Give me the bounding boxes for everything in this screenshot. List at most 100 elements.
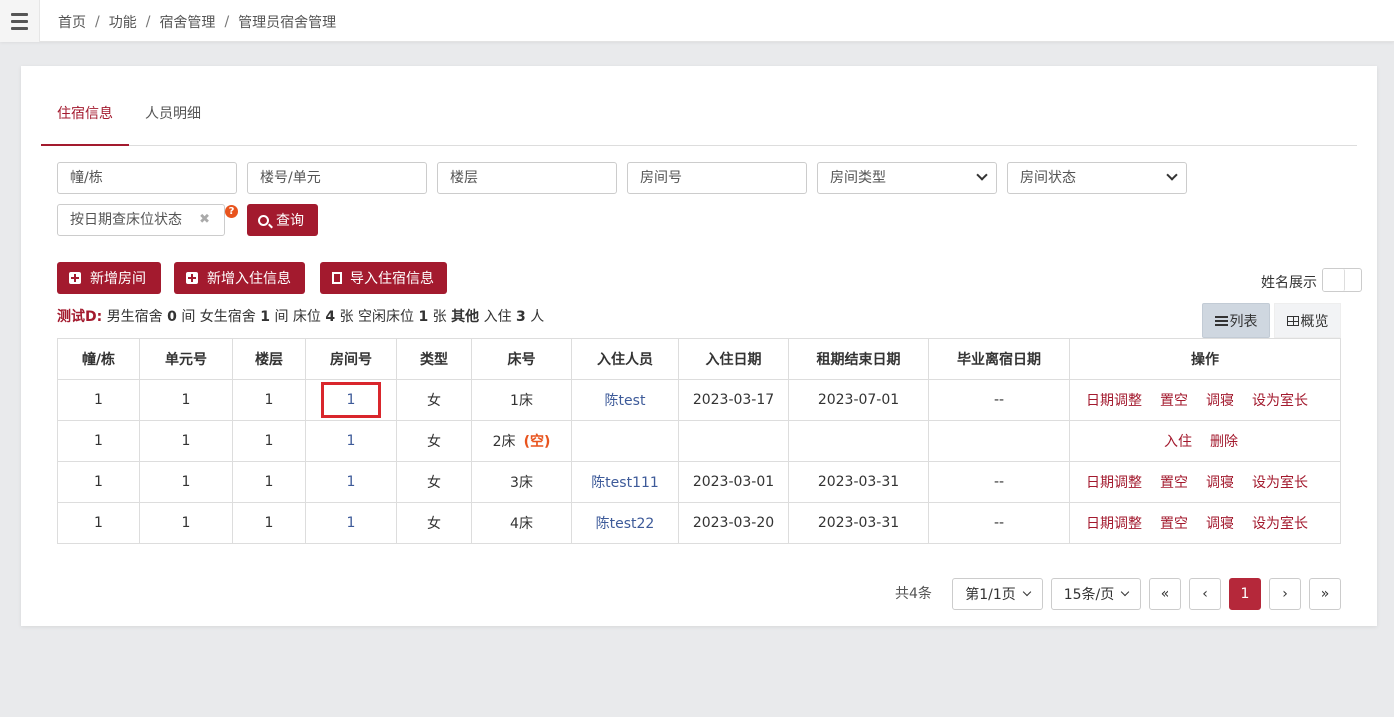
cell-floor: 1 xyxy=(232,379,306,421)
vacate-link[interactable]: 置空 xyxy=(1160,513,1188,533)
tab-personnel[interactable]: 人员明细 xyxy=(145,96,201,146)
cell-bed: 3床 xyxy=(471,461,572,503)
room-status-select[interactable]: 房间状态 xyxy=(1007,162,1187,194)
breadcrumb-separator: / xyxy=(224,14,230,30)
overview-button[interactable]: 概览 xyxy=(1274,303,1341,338)
adjust-date-link[interactable]: 日期调整 xyxy=(1086,472,1142,492)
adjust-date-link[interactable]: 日期调整 xyxy=(1086,390,1142,410)
page-size-value: 15条/页 xyxy=(1063,587,1115,603)
summary-text: 张 xyxy=(432,309,447,325)
room-type-select[interactable]: 房间类型 xyxy=(817,162,997,194)
top-bar: 首页 / 功能 / 宿舍管理 / 管理员宿舍管理 xyxy=(0,0,1394,42)
person-link[interactable]: 陈test xyxy=(605,393,646,409)
clear-icon[interactable]: ✖ xyxy=(199,205,210,235)
free-bed-count: 1 xyxy=(418,309,429,325)
checkin-link[interactable]: 入住 xyxy=(1164,431,1192,451)
header-floor: 楼层 xyxy=(232,338,306,380)
room-link[interactable]: 1 xyxy=(347,474,356,490)
bed-number: 2床 xyxy=(492,434,516,450)
last-page-button[interactable]: » xyxy=(1309,578,1341,610)
breadcrumb-function[interactable]: 功能 xyxy=(109,12,137,32)
cell-ops: 入住 删除 xyxy=(1069,420,1341,462)
breadcrumb: 首页 / 功能 / 宿舍管理 / 管理员宿舍管理 xyxy=(58,12,336,32)
set-leader-link[interactable]: 设为室长 xyxy=(1252,513,1308,533)
room-link[interactable]: 1 xyxy=(347,392,356,408)
set-leader-link[interactable]: 设为室长 xyxy=(1252,390,1308,410)
cell-end-date: 2023-03-31 xyxy=(788,461,929,503)
breadcrumb-current: 管理员宿舍管理 xyxy=(238,15,337,31)
first-page-button[interactable]: « xyxy=(1149,578,1181,610)
add-room-button[interactable]: 新增房间 xyxy=(57,262,161,294)
pager-total: 共4条 xyxy=(895,586,932,602)
cell-bed: 1床 xyxy=(471,379,572,421)
prev-page-button[interactable]: ‹ xyxy=(1189,578,1221,610)
transfer-link[interactable]: 调寝 xyxy=(1206,472,1234,492)
room-link[interactable]: 1 xyxy=(347,433,356,449)
unit-input[interactable] xyxy=(247,162,427,194)
list-view-label: 列表 xyxy=(1229,313,1258,330)
chevron-down-icon xyxy=(976,169,988,181)
table-row: 1 1 1 1 女 1床 陈test 2023-03-17 2023-07-01… xyxy=(57,379,1341,421)
table-row: 1 1 1 1 女 2床 (空) 入住 删除 xyxy=(57,420,1341,462)
header-person: 入住人员 xyxy=(571,338,679,380)
table-row: 1 1 1 1 女 4床 陈test22 2023-03-20 2023-03-… xyxy=(57,502,1341,544)
transfer-link[interactable]: 调寝 xyxy=(1206,390,1234,410)
cell-person: 陈test111 xyxy=(571,461,679,503)
cell-floor: 1 xyxy=(232,461,306,503)
summary-text: 间 女生宿舍 xyxy=(181,309,256,325)
next-page-button[interactable]: › xyxy=(1269,578,1301,610)
vacate-link[interactable]: 置空 xyxy=(1160,472,1188,492)
table-row: 1 1 1 1 女 3床 陈test111 2023-03-01 2023-03… xyxy=(57,461,1341,503)
hamburger-menu-icon[interactable] xyxy=(0,0,40,42)
cell-bed: 4床 xyxy=(471,502,572,544)
overview-label: 概览 xyxy=(1300,313,1329,330)
room-link[interactable]: 1 xyxy=(347,515,356,531)
breadcrumb-separator: / xyxy=(95,14,100,30)
male-dorm-count: 0 xyxy=(167,309,177,325)
floor-input[interactable] xyxy=(437,162,617,194)
chevron-down-icon xyxy=(1022,587,1032,597)
breadcrumb-dorm[interactable]: 宿舍管理 xyxy=(159,12,215,32)
cell-end-date: 2023-07-01 xyxy=(788,379,929,421)
accommodation-table: 幢/栋 单元号 楼层 房间号 类型 床号 入住人员 入住日期 租期结束日期 毕业… xyxy=(57,338,1341,544)
plus-square-icon xyxy=(186,272,198,284)
cell-type: 女 xyxy=(396,420,472,462)
summary-other: 其他 xyxy=(451,309,480,325)
adjust-date-link[interactable]: 日期调整 xyxy=(1086,513,1142,533)
cell-room: 1 xyxy=(305,379,397,421)
tab-accommodation[interactable]: 住宿信息 xyxy=(41,96,129,146)
cell-room: 1 xyxy=(305,502,397,544)
name-display-label: 姓名展示 xyxy=(1261,275,1317,291)
page-select[interactable]: 第1/1页 xyxy=(952,578,1043,610)
delete-link[interactable]: 删除 xyxy=(1210,431,1238,451)
breadcrumb-separator: / xyxy=(145,14,151,30)
empty-bed-badge: (空) xyxy=(523,434,551,450)
cell-end-date xyxy=(788,420,929,462)
list-view-button[interactable]: 列表 xyxy=(1202,303,1270,338)
vacate-link[interactable]: 置空 xyxy=(1160,390,1188,410)
breadcrumb-home[interactable]: 首页 xyxy=(58,12,86,32)
page-1-button[interactable]: 1 xyxy=(1229,578,1261,610)
person-link[interactable]: 陈test22 xyxy=(596,516,655,532)
help-icon[interactable]: ? xyxy=(225,205,238,218)
add-room-label: 新增房间 xyxy=(90,271,146,287)
import-button[interactable]: 导入住宿信息 xyxy=(320,262,447,294)
add-checkin-button[interactable]: 新增入住信息 xyxy=(174,262,305,294)
building-input[interactable] xyxy=(57,162,237,194)
female-dorm-count: 1 xyxy=(260,309,270,325)
cell-unit: 1 xyxy=(139,420,233,462)
page-size-select[interactable]: 15条/页 xyxy=(1051,578,1141,610)
query-button[interactable]: 查询 xyxy=(247,204,318,236)
chevron-down-icon xyxy=(1166,169,1178,181)
set-leader-link[interactable]: 设为室长 xyxy=(1252,472,1308,492)
room-input[interactable] xyxy=(627,162,807,194)
cell-building: 1 xyxy=(57,461,140,503)
date-bed-status-input[interactable]: 按日期查床位状态 ✖ xyxy=(57,204,225,236)
cell-ops: 日期调整 置空 调寝 设为室长 xyxy=(1069,379,1341,421)
room-status-select-value: 房间状态 xyxy=(1020,170,1076,186)
bed-count: 4 xyxy=(325,309,336,325)
person-link[interactable]: 陈test111 xyxy=(591,475,659,491)
name-display-toggle[interactable] xyxy=(1322,268,1362,292)
transfer-link[interactable]: 调寝 xyxy=(1206,513,1234,533)
cell-unit: 1 xyxy=(139,379,233,421)
